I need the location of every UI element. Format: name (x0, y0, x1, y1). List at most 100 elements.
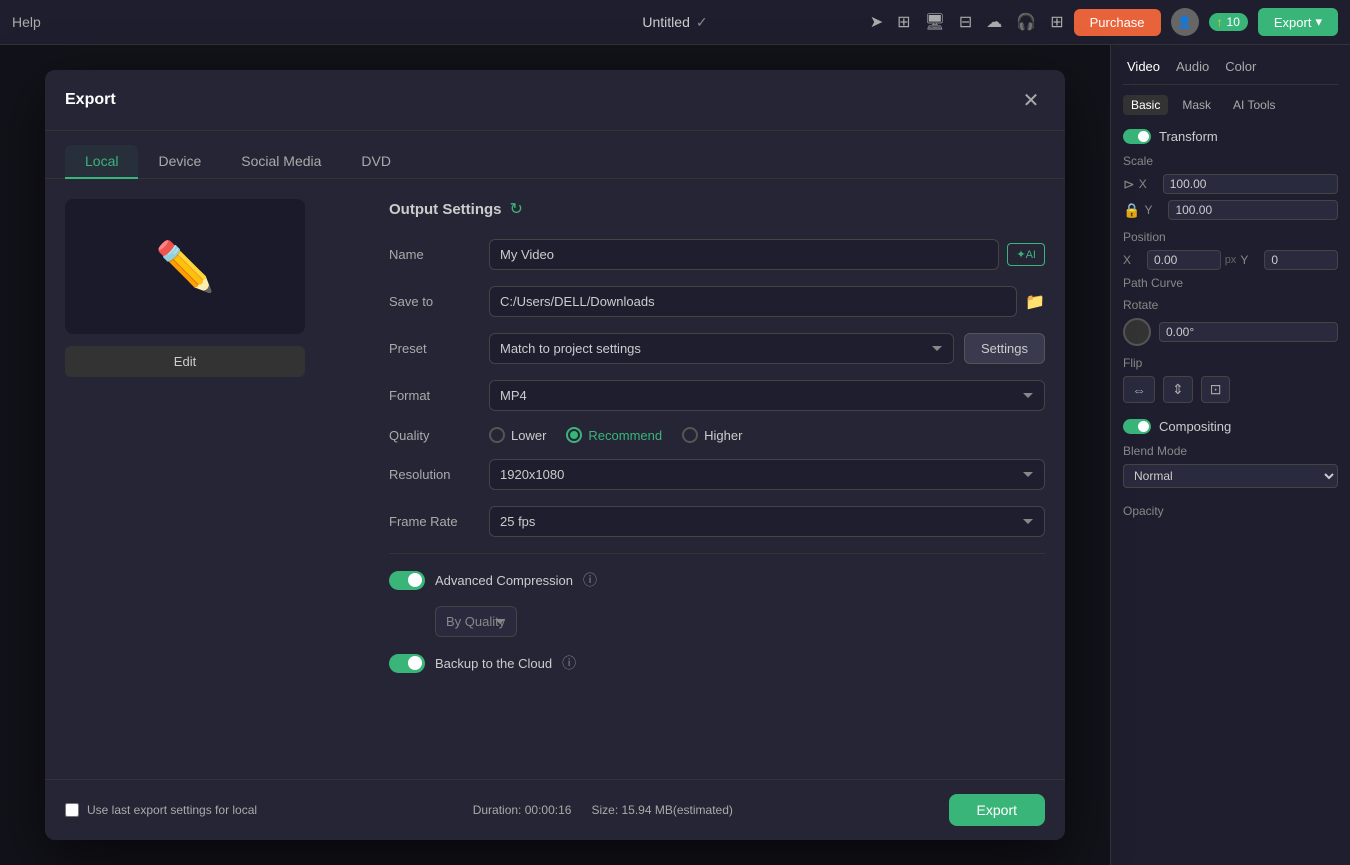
advanced-compression-label: Advanced Compression (435, 573, 573, 588)
save-to-input[interactable] (489, 286, 1017, 317)
ai-label: ✦AI (1016, 248, 1036, 261)
transform-header: Transform (1123, 129, 1338, 144)
transform-toggle[interactable] (1123, 129, 1151, 144)
use-last-settings-checkbox[interactable] (65, 803, 79, 817)
quality-higher-radio[interactable] (682, 427, 698, 443)
send-icon[interactable]: ➤ (870, 12, 883, 32)
cloud-icon[interactable]: ☁ (986, 12, 1002, 32)
pos-x-label: X (1123, 253, 1143, 267)
points-badge: ↑ 10 (1209, 13, 1248, 31)
purchase-button[interactable]: Purchase (1074, 9, 1161, 36)
modal-title: Export (65, 91, 116, 109)
backup-cloud-label: Backup to the Cloud (435, 656, 552, 671)
quality-recommend-radio[interactable] (566, 427, 582, 443)
advanced-compression-toggle[interactable] (389, 571, 425, 590)
modal-tabs: Local Device Social Media DVD (45, 131, 1065, 179)
position-label: Position (1123, 230, 1338, 244)
scale-y-label: Y (1144, 203, 1164, 217)
modal-overlay: Export ✕ Local Device Social Media DV (0, 45, 1110, 865)
tab-local[interactable]: Local (65, 145, 138, 179)
edit-button[interactable]: Edit (65, 346, 305, 377)
right-subtabs: Basic Mask AI Tools (1123, 95, 1338, 115)
resolution-select[interactable]: 1920x1080 1280x720 3840x2160 (489, 459, 1045, 490)
right-tab-color[interactable]: Color (1221, 57, 1260, 76)
quality-lower-radio[interactable] (489, 427, 505, 443)
rotate-dial[interactable] (1123, 318, 1151, 346)
modal-footer: Use last export settings for local Durat… (45, 779, 1065, 840)
monitor-icon[interactable]: 🖥 (925, 12, 945, 32)
right-tab-video[interactable]: Video (1123, 57, 1164, 76)
apps-icon[interactable]: ⊞ (1050, 12, 1063, 32)
tab-dvd[interactable]: DVD (341, 145, 411, 179)
blend-mode-select[interactable]: Normal Multiply Screen Overlay (1123, 464, 1338, 488)
scale-x-value: 100.00 (1163, 174, 1338, 194)
flip-horizontal-button[interactable]: ⇔ (1123, 376, 1155, 403)
right-panel: Video Audio Color Basic Mask AI Tools Tr… (1110, 45, 1350, 865)
main-layout: Export ✕ Local Device Social Media DV (0, 45, 1350, 865)
resolution-row: Resolution 1920x1080 1280x720 3840x2160 (389, 459, 1045, 490)
preview-thumbnail: ✏️ (65, 199, 305, 334)
quality-recommend[interactable]: Recommend (566, 427, 662, 443)
right-subtab-basic[interactable]: Basic (1123, 95, 1168, 115)
compositing-toggle[interactable] (1123, 419, 1151, 434)
help-menu[interactable]: Help (12, 14, 41, 30)
preset-settings-button[interactable]: Settings (964, 333, 1045, 364)
blend-mode-label: Blend Mode (1123, 444, 1338, 458)
advanced-compression-help-icon[interactable]: ⓘ (583, 570, 597, 590)
tab-device[interactable]: Device (138, 145, 221, 179)
frame-rate-select[interactable]: 25 fps 30 fps 60 fps 24 fps (489, 506, 1045, 537)
points-value: 10 (1227, 15, 1240, 29)
ai-rename-button[interactable]: ✦AI (1007, 243, 1045, 266)
quality-recommend-label: Recommend (588, 428, 662, 443)
quality-higher[interactable]: Higher (682, 427, 742, 443)
template-icon[interactable]: ⊟ (959, 12, 972, 32)
editor-area: Export ✕ Local Device Social Media DV (0, 45, 1110, 865)
use-last-settings-label: Use last export settings for local (87, 803, 257, 817)
by-quality-select[interactable]: By Quality By Bitrate (435, 606, 517, 637)
flip-crop-button[interactable]: ⊡ (1201, 376, 1231, 403)
headset-icon[interactable]: 🎧 (1016, 12, 1036, 32)
duration-label: Duration: (473, 803, 522, 817)
right-panel-tabs: Video Audio Color (1123, 57, 1338, 85)
scale-y-value: 100.00 (1168, 200, 1338, 220)
backup-cloud-help-icon[interactable]: ⓘ (562, 653, 576, 673)
preset-select[interactable]: Match to project settings (489, 333, 954, 364)
size-label: Size: (591, 803, 618, 817)
settings-panel: Output Settings ↻ Name ✦AI (389, 199, 1045, 759)
save-status-icon: ✓ (696, 14, 708, 31)
topbar-icons: ➤ ⊞ 🖥 ⊟ ☁ 🎧 ⊞ (870, 12, 1064, 32)
scale-label: Scale (1123, 154, 1338, 168)
pos-x-unit: px (1225, 254, 1237, 266)
name-row: Name ✦AI (389, 239, 1045, 270)
layout-icon[interactable]: ⊞ (897, 12, 910, 32)
save-to-label: Save to (389, 294, 489, 309)
rotate-label: Rotate (1123, 298, 1338, 312)
quality-options: Lower Recommend Higher (489, 427, 742, 443)
browse-folder-button[interactable]: 📁 (1025, 292, 1045, 312)
export-top-label: Export (1274, 15, 1312, 30)
modal-close-button[interactable]: ✕ (1017, 86, 1045, 114)
format-select[interactable]: MP4 MOV AVI MKV (489, 380, 1045, 411)
topbar: Help Untitled ✓ ➤ ⊞ 🖥 ⊟ ☁ 🎧 ⊞ Purchase 👤… (0, 0, 1350, 45)
backup-cloud-toggle[interactable] (389, 654, 425, 673)
pos-y-value: 0 (1264, 250, 1338, 270)
export-top-button[interactable]: Export ▾ (1258, 8, 1338, 36)
flip-vertical-button[interactable]: ⇕ (1163, 376, 1193, 403)
format-label: Format (389, 388, 489, 403)
right-subtab-mask[interactable]: Mask (1174, 95, 1219, 115)
flip-row: ⇔ ⇕ ⊡ (1123, 376, 1338, 403)
resolution-label: Resolution (389, 467, 489, 482)
topbar-right: ➤ ⊞ 🖥 ⊟ ☁ 🎧 ⊞ Purchase 👤 ↑ 10 Export ▾ (870, 8, 1338, 36)
tab-social-media[interactable]: Social Media (221, 145, 341, 179)
transform-label: Transform (1159, 129, 1218, 144)
refresh-icon[interactable]: ↻ (510, 199, 523, 219)
quality-lower[interactable]: Lower (489, 427, 546, 443)
right-tab-audio[interactable]: Audio (1172, 57, 1213, 76)
quality-label: Quality (389, 428, 489, 443)
document-title: Untitled ✓ (642, 14, 707, 31)
avatar[interactable]: 👤 (1171, 8, 1199, 36)
name-input[interactable] (489, 239, 999, 270)
compositing-label: Compositing (1159, 419, 1231, 434)
right-subtab-ai-tools[interactable]: AI Tools (1225, 95, 1283, 115)
export-final-button[interactable]: Export (949, 794, 1045, 826)
